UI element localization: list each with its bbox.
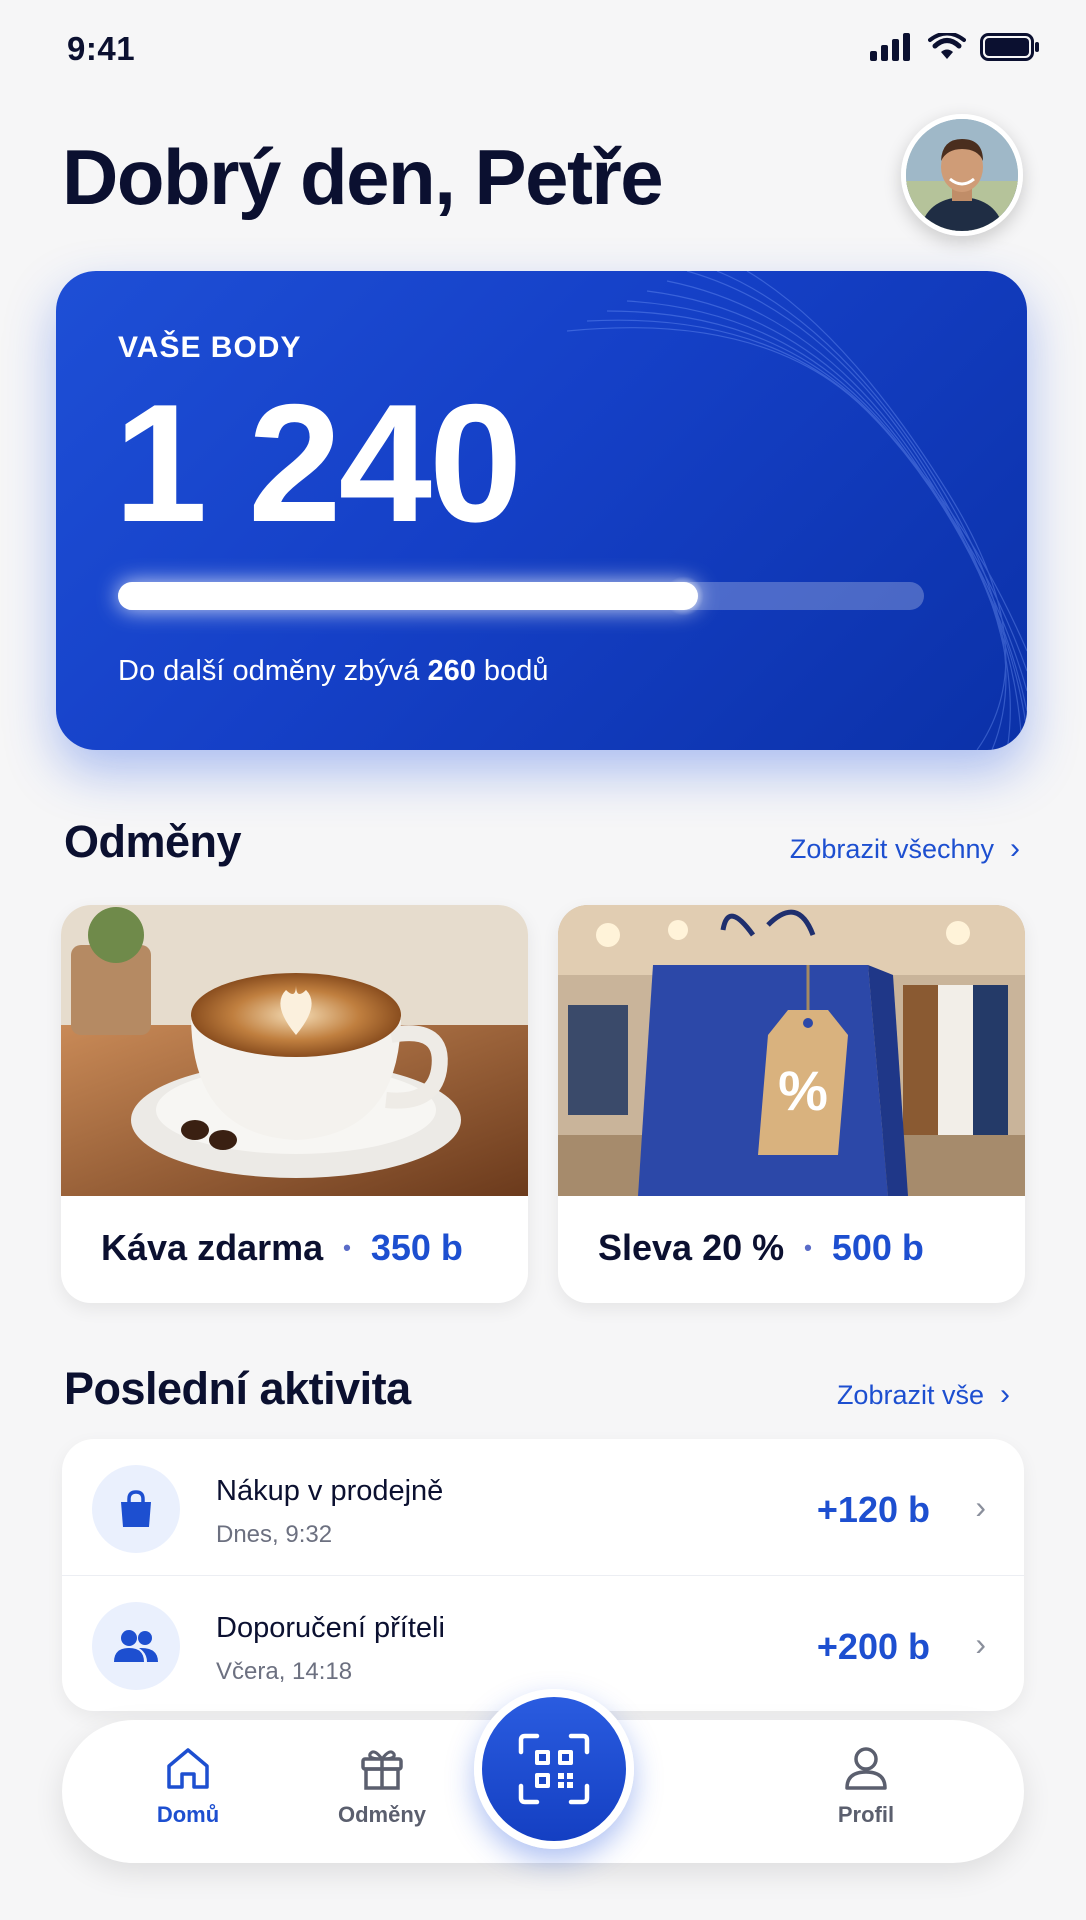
next-reward-text: Do další odměny zbývá 260 bodů — [118, 655, 548, 688]
chevron-right-icon: › — [1000, 1378, 1010, 1411]
chevron-right-icon: › — [1010, 832, 1020, 865]
points-card[interactable]: VAŠE BODY 1 240 Do další odměny zbývá 26… — [56, 271, 1027, 750]
points-progress-track — [118, 576, 924, 616]
users-icon — [92, 1602, 180, 1690]
reward-info: Sleva 20 % • 500 b — [598, 1227, 924, 1269]
next-reward-points: 260 — [427, 655, 476, 687]
home-icon — [167, 1748, 209, 1789]
qr-scan-button[interactable] — [474, 1689, 634, 1849]
next-reward-prefix: Do další odměny zbývá — [118, 655, 428, 687]
chevron-right-icon: › — [975, 1489, 986, 1525]
coffee-image — [61, 905, 528, 1196]
nav-item-home[interactable]: Domů — [118, 1742, 258, 1828]
activity-points: +200 b — [816, 1626, 930, 1667]
shopping-bag-image: % — [558, 905, 1025, 1196]
shopping-bag-icon — [92, 1465, 180, 1553]
wifi-icon — [928, 33, 966, 59]
nav-label-profile: Profil — [837, 1802, 895, 1827]
rewards-section-title: Odměny — [64, 816, 242, 867]
gift-icon — [361, 1750, 403, 1790]
reward-name: Sleva 20 % — [598, 1227, 785, 1268]
tag-percent-glyph: % — [778, 1059, 828, 1122]
reward-info: Káva zdarma • 350 b — [101, 1227, 463, 1269]
separator-dot: • — [343, 1235, 351, 1260]
activity-see-all-link[interactable]: Zobrazit vše › — [837, 1378, 1010, 1412]
battery-icon — [980, 33, 1039, 61]
next-reward-suffix: bodů — [475, 655, 549, 687]
chevron-right-icon: › — [975, 1626, 986, 1662]
activity-time: Včera, 14:18 — [216, 1658, 353, 1685]
activity-title: Doporučení příteli — [216, 1612, 445, 1644]
nav-label-home: Domů — [156, 1802, 220, 1827]
activity-points: +120 b — [816, 1489, 930, 1530]
signal-icon — [870, 33, 910, 61]
rewards-see-all-label: Zobrazit všechny — [789, 833, 994, 864]
nav-item-rewards[interactable]: Odměny — [312, 1742, 452, 1828]
activity-section-title: Poslední aktivita — [64, 1363, 411, 1414]
separator-dot: • — [804, 1235, 812, 1260]
activity-title: Nákup v prodejně — [216, 1475, 444, 1507]
nav-item-profile[interactable]: Profil — [796, 1742, 936, 1828]
reward-card-coffee[interactable]: Káva zdarma • 350 b — [61, 905, 528, 1303]
user-icon — [845, 1747, 887, 1790]
reward-card-discount[interactable]: % Sleva 20 % • 500 b — [558, 905, 1025, 1303]
avatar[interactable] — [901, 114, 1023, 236]
card-wave-pattern — [567, 271, 1027, 750]
activity-see-all-label: Zobrazit vše — [836, 1379, 984, 1410]
reward-cost: 500 b — [831, 1227, 924, 1268]
nav-label-rewards: Odměny — [337, 1802, 427, 1827]
qr-scan-icon — [518, 1733, 590, 1805]
points-label: VAŠE BODY — [118, 331, 302, 364]
greeting-title: Dobrý den, Petře — [62, 133, 664, 221]
points-progress-fill — [118, 576, 705, 616]
app-screen: 9:41 Dobrý den, Petře VAŠE BODY 1 240 Do… — [0, 0, 1086, 1920]
points-value: 1 240 — [114, 369, 522, 557]
activity-list: Nákup v prodejně Dnes, 9:32 +120 b › Dop… — [62, 1439, 1024, 1711]
rewards-see-all-link[interactable]: Zobrazit všechny › — [790, 832, 1020, 866]
avatar-portrait — [906, 119, 1018, 231]
status-time: 9:41 — [67, 30, 136, 67]
activity-row-purchase[interactable]: Nákup v prodejně Dnes, 9:32 +120 b › — [62, 1439, 1024, 1574]
activity-time: Dnes, 9:32 — [216, 1521, 333, 1548]
reward-name: Káva zdarma — [101, 1227, 324, 1268]
reward-cost: 350 b — [370, 1227, 463, 1268]
status-icons — [870, 33, 1040, 61]
